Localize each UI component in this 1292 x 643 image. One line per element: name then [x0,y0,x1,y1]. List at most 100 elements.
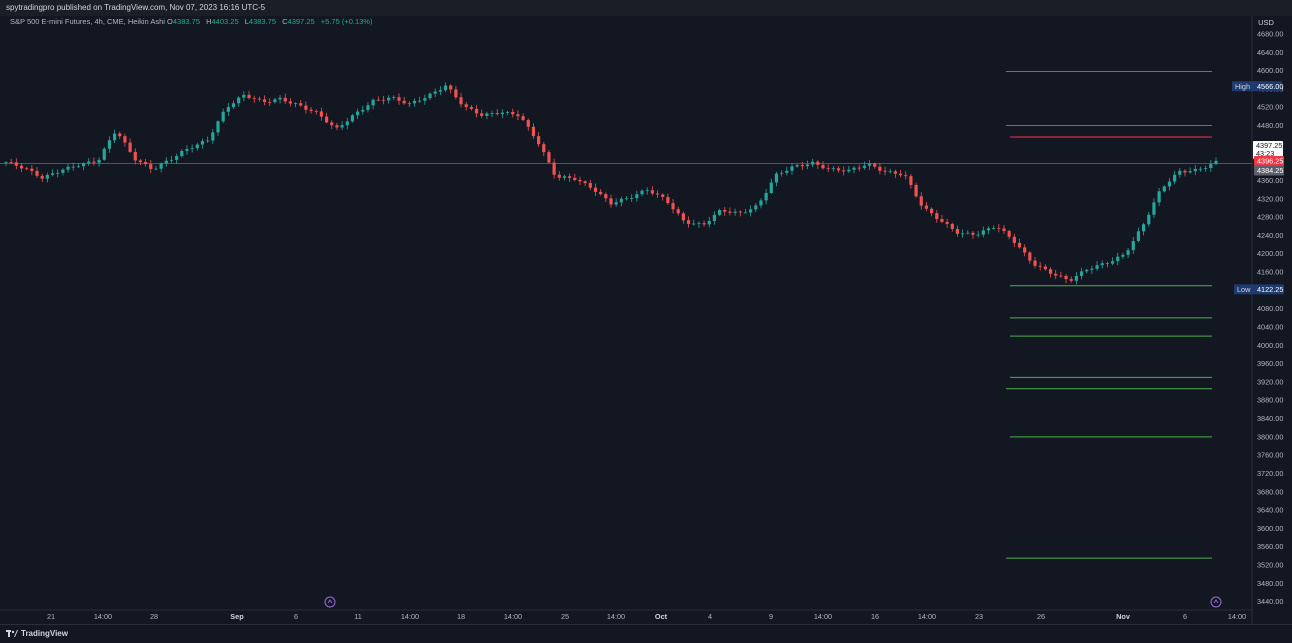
candle-body[interactable] [573,177,577,180]
candle-body[interactable] [1043,266,1047,270]
candle-body[interactable] [650,190,654,194]
candle-body[interactable] [1059,275,1063,277]
candle-body[interactable] [516,114,520,117]
candle-body[interactable] [785,170,789,173]
candle-body[interactable] [138,160,143,163]
candle-body[interactable] [1110,261,1115,264]
candle-body[interactable] [175,156,179,160]
candle-body[interactable] [733,211,737,213]
candle-body[interactable] [293,103,298,105]
candle-body[interactable] [1131,240,1135,251]
candle-body[interactable] [976,234,980,236]
candle-body[interactable] [14,162,18,166]
candle-body[interactable] [795,165,799,167]
candle-body[interactable] [164,160,168,164]
candle-body[interactable] [568,176,572,178]
candle-body[interactable] [490,113,494,114]
candle-body[interactable] [604,194,608,199]
candle-body[interactable] [878,166,882,171]
candle-body[interactable] [1188,171,1192,173]
candle-body[interactable] [1002,228,1006,232]
candle-body[interactable] [257,98,261,100]
candle-body[interactable] [547,152,551,163]
candle-body[interactable] [992,227,996,229]
candle-body[interactable] [661,194,665,197]
candle-body[interactable] [335,125,339,128]
candle-body[interactable] [397,97,401,101]
candle-body[interactable] [847,169,851,172]
candle-body[interactable] [252,98,256,99]
candle-body[interactable] [366,105,370,110]
candle-body[interactable] [1157,191,1161,203]
candle-body[interactable] [940,219,944,222]
candle-body[interactable] [454,89,458,98]
candle-body[interactable] [1147,214,1151,225]
candle-body[interactable] [816,161,820,165]
candle-body[interactable] [759,200,763,206]
candle-body[interactable] [1178,170,1182,175]
candle-body[interactable] [1152,202,1156,215]
candle-body[interactable] [1193,168,1197,172]
candle-body[interactable] [356,111,360,116]
candle-body[interactable] [144,162,148,165]
candle-body[interactable] [1204,168,1208,169]
candle-body[interactable] [924,205,929,209]
candle-body[interactable] [206,140,210,142]
candle-body[interactable] [1126,250,1130,255]
candle-body[interactable] [1100,263,1104,266]
candle-body[interactable] [154,168,158,170]
candle-body[interactable] [500,112,505,115]
candle-body[interactable] [790,166,794,171]
candle-body[interactable] [216,121,220,133]
candle-body[interactable] [283,97,287,102]
candle-body[interactable] [443,85,448,91]
tradingview-brand[interactable]: TradingView [6,629,68,638]
candle-body[interactable] [387,97,391,101]
candle-body[interactable] [971,232,975,235]
candle-body[interactable] [299,103,303,106]
candle-body[interactable] [836,168,841,171]
candle-body[interactable] [1038,265,1042,267]
candle-body[interactable] [71,166,75,168]
candle-body[interactable] [873,163,877,167]
candle-body[interactable] [361,109,365,112]
candle-body[interactable] [831,168,835,170]
candle-body[interactable] [583,181,587,184]
candle-body[interactable] [1095,265,1099,269]
candle-body[interactable] [826,168,830,170]
candle-body[interactable] [707,220,711,225]
candle-body[interactable] [769,182,773,193]
candle-body[interactable] [418,100,422,102]
candle-body[interactable] [914,184,918,197]
candle-body[interactable] [330,122,334,126]
candle-body[interactable] [428,93,432,99]
candle-body[interactable] [935,213,939,220]
candle-body[interactable] [862,165,866,168]
candle-body[interactable] [97,159,101,163]
candle-body[interactable] [614,202,618,205]
candle-body[interactable] [195,144,199,149]
candle-body[interactable] [1085,269,1089,272]
candle-body[interactable] [1054,273,1058,276]
candle-body[interactable] [345,121,349,126]
candle-body[interactable] [1173,174,1177,182]
candle-body[interactable] [511,111,515,115]
candle-body[interactable] [1007,231,1011,237]
candle-body[interactable] [1198,168,1203,170]
candle-body[interactable] [112,133,117,141]
candle-body[interactable] [738,211,742,213]
candle-body[interactable] [402,100,406,104]
candle-body[interactable] [45,174,49,179]
candle-body[interactable] [624,198,629,200]
candle-body[interactable] [754,205,758,210]
candle-body[interactable] [149,164,153,169]
candle-body[interactable] [1162,186,1166,192]
candle-body[interactable] [526,120,530,127]
candle-body[interactable] [717,210,722,215]
candle-body[interactable] [764,192,768,201]
candle-body[interactable] [609,198,613,205]
candle-body[interactable] [723,210,727,212]
candle-body[interactable] [407,103,411,105]
candle-body[interactable] [743,212,748,214]
candle-body[interactable] [319,111,324,117]
